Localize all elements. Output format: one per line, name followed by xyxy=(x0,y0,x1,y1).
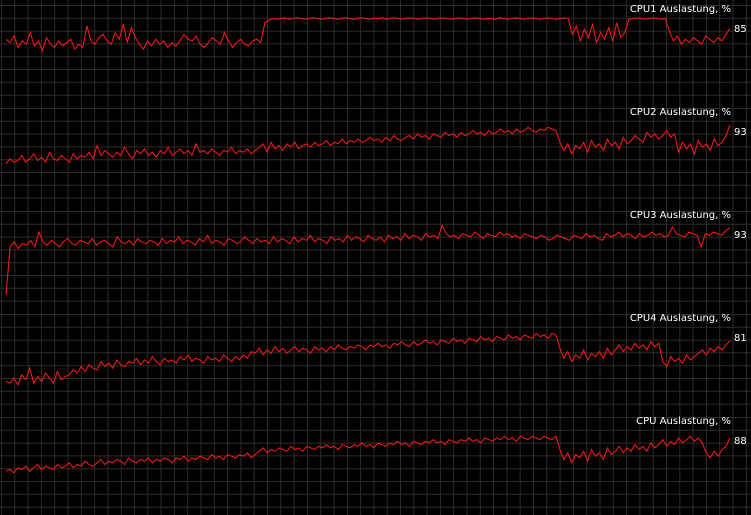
chart-title: CPU4 Auslastung, % xyxy=(629,313,731,324)
cpu1-chart xyxy=(0,0,751,103)
current-value-label: 93 xyxy=(734,230,747,241)
cpu-total-panel: CPU Auslastung, % 88 xyxy=(0,412,751,515)
cpu2-chart xyxy=(0,103,751,206)
cpu-monitor: CPU1 Auslastung, % 85 CPU2 Auslastung, %… xyxy=(0,0,751,515)
current-value-label: 81 xyxy=(734,333,747,344)
cpu2-panel: CPU2 Auslastung, % 93 xyxy=(0,103,751,206)
cpu-total-chart xyxy=(0,412,751,515)
cpu1-panel: CPU1 Auslastung, % 85 xyxy=(0,0,751,103)
plot-background xyxy=(0,0,751,103)
chart-title: CPU2 Auslastung, % xyxy=(629,107,731,118)
plot-background xyxy=(0,206,751,309)
current-value-label: 88 xyxy=(734,436,747,447)
chart-title: CPU Auslastung, % xyxy=(636,416,731,427)
current-value-label: 85 xyxy=(734,24,747,35)
plot-background xyxy=(0,412,751,515)
cpu3-panel: CPU3 Auslastung, % 93 xyxy=(0,206,751,309)
current-value-label: 93 xyxy=(734,127,747,138)
plot-background xyxy=(0,309,751,412)
chart-title: CPU1 Auslastung, % xyxy=(629,4,731,15)
cpu4-chart xyxy=(0,309,751,412)
cpu4-panel: CPU4 Auslastung, % 81 xyxy=(0,309,751,412)
cpu3-chart xyxy=(0,206,751,309)
plot-background xyxy=(0,103,751,206)
chart-title: CPU3 Auslastung, % xyxy=(629,210,731,221)
